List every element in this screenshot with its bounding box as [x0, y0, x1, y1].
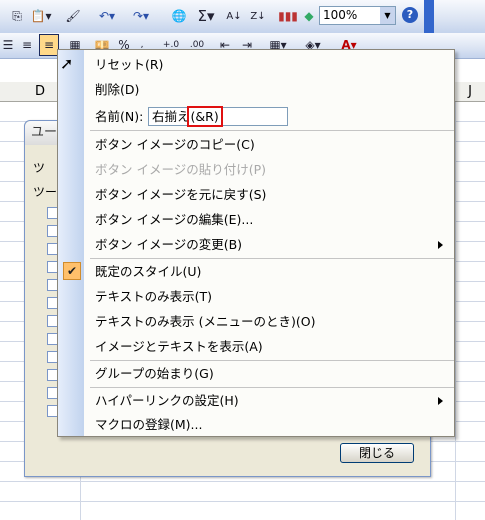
- menu-item-label: テキストのみ表示 (メニューのとき)(O): [95, 314, 316, 329]
- menu-item-reset-image[interactable]: ボタン イメージを元に戻す(S): [58, 182, 454, 207]
- menu-item-label: グループの始まり(G): [95, 366, 214, 381]
- zoom-value: 100%: [323, 8, 358, 22]
- menu-item-label: イメージとテキストを表示(A): [95, 339, 263, 354]
- menu-item-label: 既定のスタイル(U): [95, 264, 202, 279]
- button-context-menu: リセット(R) 削除(D) 名前(N): 右揃え(&R) ボタン イメージのコピ…: [57, 49, 455, 437]
- menu-item-label: ハイパーリンクの設定(H): [95, 393, 239, 408]
- menu-item-paste-image: ボタン イメージの貼り付け(P): [58, 157, 454, 182]
- menu-item-label: ボタン イメージの変更(B): [95, 237, 243, 252]
- menu-item-copy-image[interactable]: ボタン イメージのコピー(C): [58, 132, 454, 157]
- menu-item-reset[interactable]: リセット(R): [58, 52, 454, 77]
- name-field-value: 右揃え: [152, 109, 190, 124]
- format-painter-icon[interactable]: 🖌: [64, 6, 82, 26]
- name-field-label: 名前(N):: [95, 109, 144, 124]
- grid-line: [455, 102, 456, 520]
- sort-descending-icon[interactable]: Z↓: [248, 6, 268, 26]
- name-field[interactable]: 右揃え(&R): [148, 106, 288, 127]
- dialog-list-label: ツー: [33, 185, 58, 199]
- drawing-icon[interactable]: ◆: [300, 6, 318, 26]
- menu-item-label: リセット(R): [95, 57, 164, 72]
- menu-item-delete[interactable]: 削除(D): [58, 77, 454, 102]
- align-right-icon[interactable]: ≡: [39, 34, 59, 56]
- chart-wizard-icon[interactable]: ▮▮▮: [278, 6, 298, 26]
- align-center-icon[interactable]: ≡: [18, 35, 36, 55]
- zoom-select[interactable]: 100% ▼: [319, 6, 396, 25]
- undo-icon[interactable]: ↶▾: [94, 6, 120, 26]
- name-field-accelerator-highlight: (&R): [186, 106, 223, 127]
- menu-item-text-only-in-menus[interactable]: テキストのみ表示 (メニューのとき)(O): [58, 309, 454, 334]
- menu-item-default-style[interactable]: ✔ 既定のスタイル(U): [58, 259, 454, 284]
- column-header-j[interactable]: J: [455, 82, 485, 101]
- menu-item-begin-group[interactable]: グループの始まり(G): [58, 361, 454, 386]
- menu-item-text-only[interactable]: テキストのみ表示(T): [58, 284, 454, 309]
- menu-item-assign-macro[interactable]: マクロの登録(M)...: [58, 412, 454, 437]
- chevron-down-icon[interactable]: ▼: [380, 7, 395, 24]
- submenu-arrow-icon: [438, 397, 443, 405]
- menu-item-change-image[interactable]: ボタン イメージの変更(B): [58, 232, 454, 257]
- hyperlink-icon[interactable]: 🌐: [170, 6, 188, 26]
- redo-icon[interactable]: ↷▾: [128, 6, 154, 26]
- mouse-pointer-icon: ➚: [60, 54, 74, 73]
- help-icon[interactable]: ?: [402, 7, 418, 23]
- menu-item-label: 削除(D): [95, 82, 140, 97]
- autosum-icon[interactable]: Σ ▾: [194, 6, 218, 26]
- menu-item-edit-image[interactable]: ボタン イメージの編集(E)...: [58, 207, 454, 232]
- menu-item-label: ボタン イメージを元に戻す(S): [95, 187, 267, 202]
- paste-icon[interactable]: 📋▾: [30, 6, 52, 26]
- menu-item-label: マクロの登録(M)...: [95, 417, 203, 432]
- menu-item-label: ボタン イメージの編集(E)...: [95, 212, 254, 227]
- menu-separator: [90, 130, 454, 131]
- menu-item-label: ボタン イメージの貼り付け(P): [95, 162, 267, 177]
- sort-ascending-icon[interactable]: A↓: [224, 6, 244, 26]
- menu-item-image-and-text[interactable]: イメージとテキストを表示(A): [58, 334, 454, 359]
- checkmark-icon: ✔: [63, 262, 81, 280]
- align-center-icon[interactable]: ☰: [0, 35, 16, 55]
- menu-item-label: ボタン イメージのコピー(C): [95, 137, 255, 152]
- copy-icon[interactable]: ⎘: [8, 6, 26, 26]
- dialog-tab-label[interactable]: ツ: [33, 159, 45, 176]
- menu-item-name: 名前(N): 右揃え(&R): [58, 104, 454, 129]
- menu-item-label: テキストのみ表示(T): [95, 289, 213, 304]
- standard-toolbar: ⎘ 📋▾ 🖌 ↶▾ ↷▾ 🌐 Σ ▾ A↓ Z↓ ▮▮▮ ◆ 100% ▼ ?: [0, 0, 485, 34]
- toolbar-options-icon[interactable]: [424, 0, 434, 33]
- submenu-arrow-icon: [438, 241, 443, 249]
- menu-item-hyperlink[interactable]: ハイパーリンクの設定(H): [58, 388, 454, 413]
- close-button[interactable]: 閉じる: [340, 443, 414, 463]
